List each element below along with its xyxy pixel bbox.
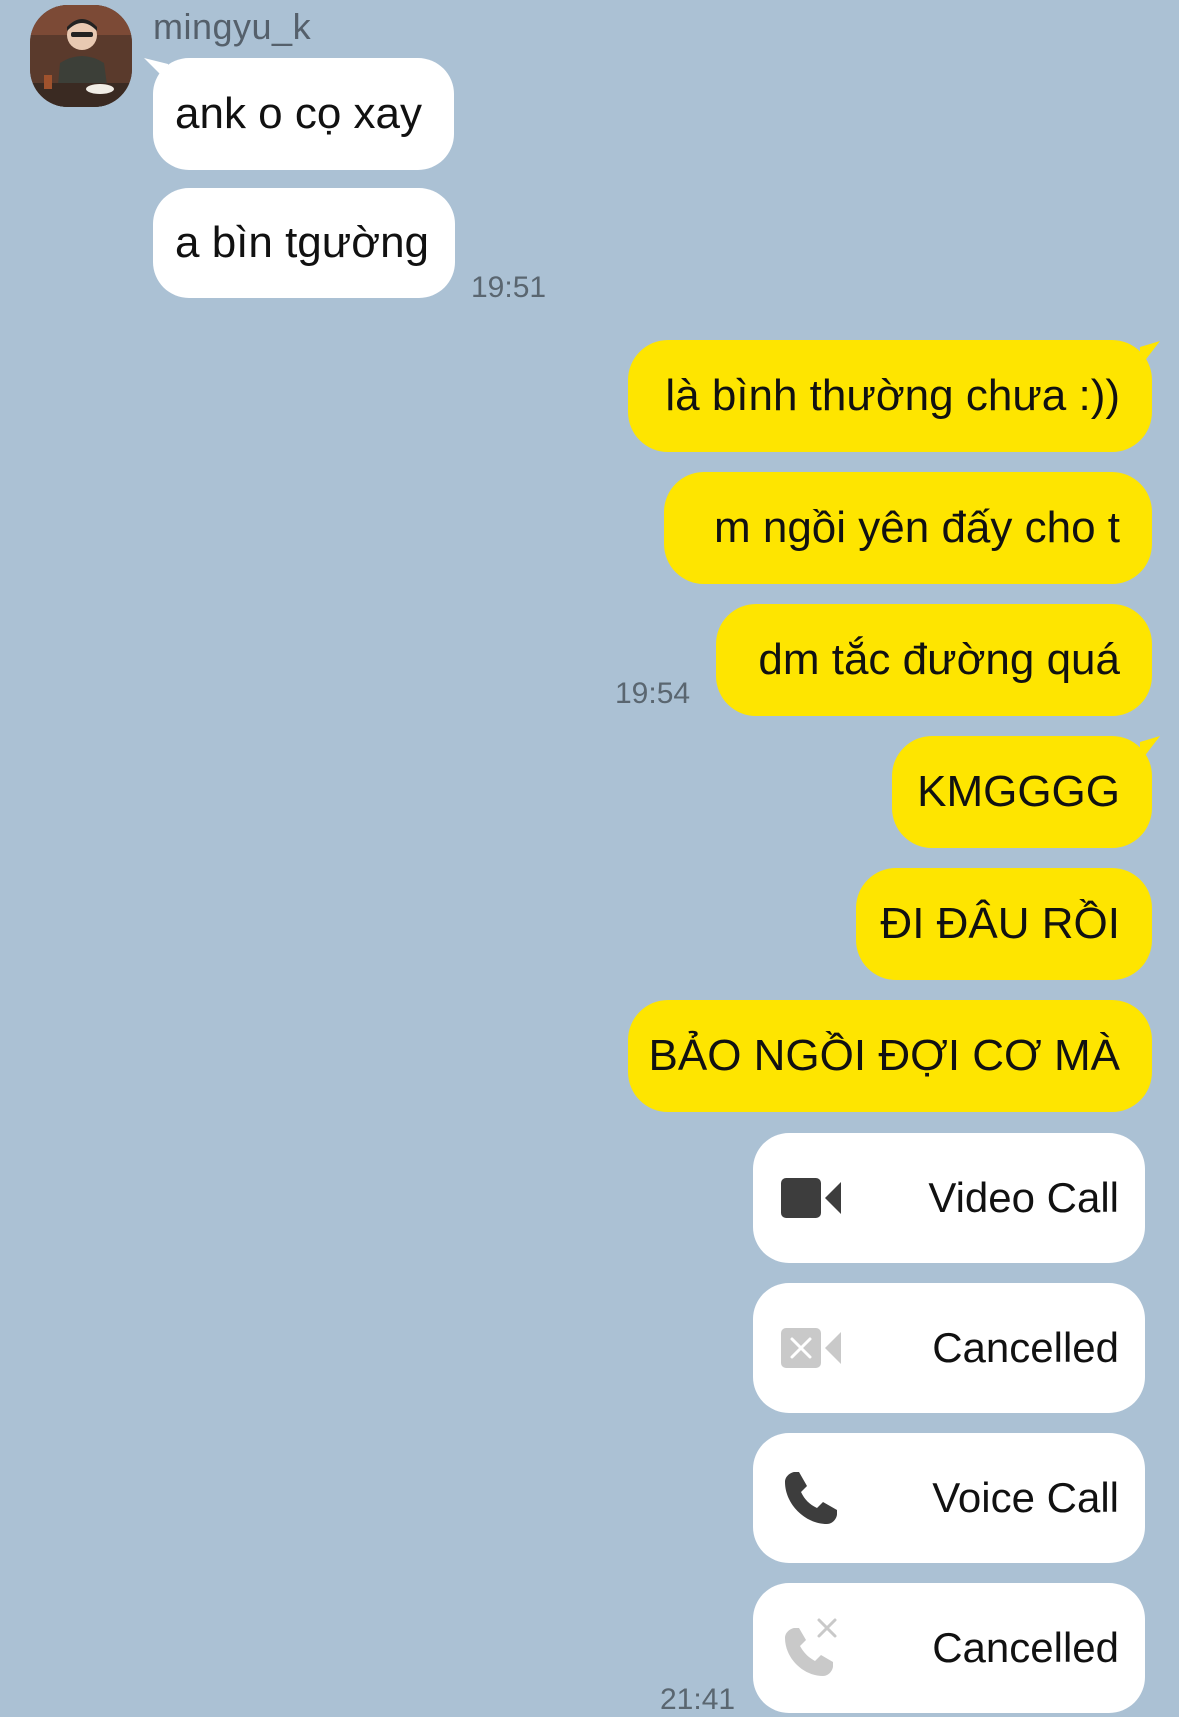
call-label: Cancelled bbox=[932, 1624, 1119, 1671]
outgoing-message-1[interactable]: là bình thường chưa :)) bbox=[628, 340, 1152, 452]
message-text: m ngồi yên đấy cho t bbox=[713, 503, 1120, 552]
message-text: ĐI ĐÂU RỒI bbox=[880, 899, 1120, 948]
call-card-voice-cancelled[interactable]: Cancelled bbox=[753, 1583, 1145, 1713]
message-text: ank o cọ xay bbox=[175, 89, 423, 138]
call-card-video-cancelled[interactable]: Cancelled bbox=[753, 1283, 1145, 1413]
call-label: Cancelled bbox=[932, 1324, 1119, 1371]
message-text: BẢO NGỒI ĐỢI CƠ MÀ bbox=[648, 1031, 1121, 1080]
phone-cancelled-icon bbox=[785, 1618, 837, 1676]
sender-avatar[interactable] bbox=[30, 5, 132, 107]
outgoing-message-3[interactable]: dm tắc đường quá bbox=[716, 604, 1152, 716]
message-timestamp: 19:51 bbox=[471, 271, 547, 304]
message-timestamp: 21:41 bbox=[660, 1683, 736, 1716]
call-card-voice[interactable]: Voice Call bbox=[753, 1433, 1145, 1563]
message-timestamp: 19:54 bbox=[615, 677, 691, 710]
message-text: a bìn tgường bbox=[175, 218, 430, 267]
outgoing-message-2[interactable]: m ngồi yên đấy cho t bbox=[664, 472, 1152, 584]
call-label: Video Call bbox=[928, 1174, 1119, 1221]
call-card-video[interactable]: Video Call bbox=[753, 1133, 1145, 1263]
message-text: dm tắc đường quá bbox=[758, 635, 1120, 684]
avatar-photo bbox=[30, 5, 132, 107]
outgoing-message-6[interactable]: BẢO NGỒI ĐỢI CƠ MÀ bbox=[628, 1000, 1152, 1112]
phone-icon bbox=[785, 1472, 837, 1524]
incoming-message-1[interactable]: ank o cọ xay bbox=[153, 58, 454, 170]
message-text: KMGGGG bbox=[917, 767, 1120, 816]
sender-name: mingyu_k bbox=[153, 6, 312, 47]
call-label: Voice Call bbox=[932, 1474, 1119, 1521]
message-text: là bình thường chưa :)) bbox=[665, 371, 1120, 420]
outgoing-message-4[interactable]: KMGGGG bbox=[892, 736, 1152, 848]
video-cancelled-icon bbox=[781, 1328, 841, 1368]
outgoing-message-5[interactable]: ĐI ĐÂU RỒI bbox=[856, 868, 1152, 980]
video-camera-icon bbox=[781, 1178, 841, 1218]
incoming-message-2[interactable]: a bìn tgường bbox=[153, 188, 455, 298]
